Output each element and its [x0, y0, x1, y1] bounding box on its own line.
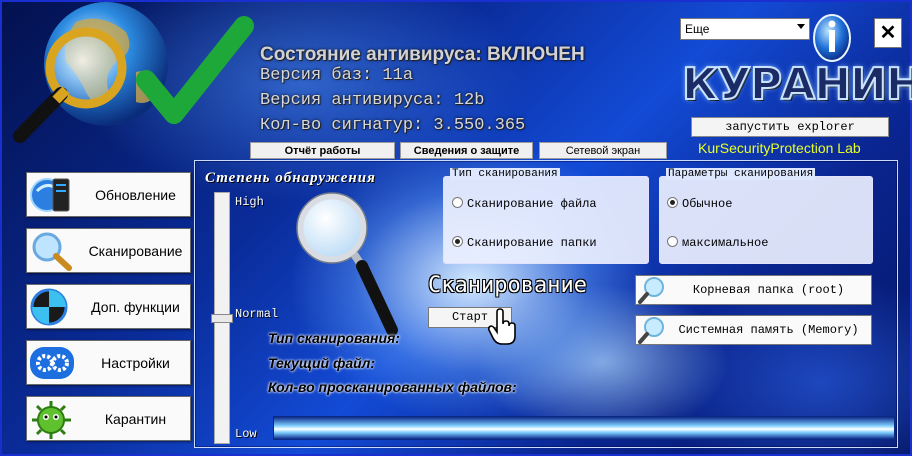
more-dropdown[interactable]: Еще: [680, 18, 810, 40]
magnifier-illustration-icon: [296, 192, 398, 336]
sidebar-item-extra-functions[interactable]: Доп. функции: [26, 284, 191, 329]
radio-indicator: [667, 236, 678, 247]
gears-icon: [30, 347, 74, 379]
chevron-down-icon: [797, 24, 805, 29]
sidebar-item-label: Доп. функции: [91, 299, 180, 315]
tab-report[interactable]: Отчёт работы: [250, 142, 395, 159]
radio-indicator: [452, 197, 463, 208]
scan-heading: Сканирование: [428, 273, 587, 298]
sidebar-item-label: Обновление: [95, 187, 176, 203]
sidebar-item-label: Сканирование: [88, 243, 183, 259]
detection-slider-thumb[interactable]: [211, 314, 233, 323]
level-normal-label: Normal: [235, 307, 279, 321]
antivirus-status: Состояние антивируса: ВКЛЮЧЕН: [260, 44, 585, 66]
tab-firewall[interactable]: Сетевой экран: [539, 142, 667, 159]
info-icon[interactable]: [812, 12, 852, 62]
update-icon: [30, 178, 70, 212]
scan-progress-bar: [273, 416, 895, 440]
sidebar-item-scan[interactable]: Сканирование: [26, 228, 191, 273]
detection-level-title: Степень обнаружения: [205, 170, 376, 186]
brand-logo-text: КУРАНИН: [681, 59, 912, 111]
level-low-label: Low: [235, 427, 257, 441]
radio-label: максимальное: [682, 236, 769, 250]
current-file-info-label: Текущий файл:: [268, 355, 376, 371]
scan-params-group-title: Параметры сканирования: [666, 168, 816, 180]
radio-scan-file[interactable]: Сканирование файла: [452, 197, 597, 211]
more-dropdown-value: Еще: [685, 22, 710, 36]
lab-name: KurSecurityProtection Lab: [698, 140, 861, 156]
scan-type-group-title: Тип сканирования: [450, 168, 560, 180]
sidebar-item-settings[interactable]: Настройки: [26, 340, 191, 385]
scan-type-info-label: Тип сканирования:: [268, 330, 400, 346]
system-memory-label: Системная память (Memory): [678, 323, 859, 337]
tab-protection-info[interactable]: Сведения о защите: [400, 142, 533, 159]
hand-cursor-icon: [488, 308, 516, 345]
level-high-label: High: [235, 195, 264, 209]
av-version-text: Версия антивируса: 12b: [260, 91, 485, 110]
virus-icon: [32, 401, 71, 439]
radio-label: Сканирование папки: [467, 236, 597, 250]
scan-params-group: Параметры сканирования Обычное максималь…: [659, 168, 873, 264]
system-memory-button[interactable]: Системная память (Memory): [635, 315, 872, 345]
status-label: Состояние антивируса:: [260, 44, 482, 65]
radio-label: Обычное: [682, 197, 733, 211]
status-value: ВКЛЮЧЕН: [486, 44, 585, 65]
magnifier-icon: [32, 232, 72, 271]
launch-explorer-button[interactable]: запустить explorer: [691, 117, 889, 137]
close-button[interactable]: ✕: [874, 18, 902, 48]
scan-progress-fill: [274, 417, 894, 439]
radio-label: Сканирование файла: [467, 197, 597, 211]
scanned-files-count-label: Кол-во просканированных файлов:: [268, 379, 517, 395]
sidebar-item-label: Настройки: [101, 355, 170, 371]
sidebar-item-quarantine[interactable]: Карантин: [26, 396, 191, 441]
radio-scan-folder[interactable]: Сканирование папки: [452, 236, 597, 250]
radio-indicator: [667, 197, 678, 208]
radio-indicator: [452, 236, 463, 247]
signature-count-text: Кол-во сигнатур: 3.550.365: [260, 116, 526, 135]
root-folder-label: Корневая папка (root): [692, 283, 845, 297]
sidebar-item-label: Карантин: [104, 411, 167, 427]
scan-type-group: Тип сканирования Сканирование файла Скан…: [443, 168, 649, 264]
db-version-text: Версия баз: 11а: [260, 66, 414, 85]
radio-normal-scan[interactable]: Обычное: [667, 197, 732, 211]
magnifier-icon: [638, 277, 664, 304]
sidebar-item-update[interactable]: Обновление: [26, 172, 191, 217]
antivirus-window: Состояние антивируса: ВКЛЮЧЕН Версия баз…: [0, 0, 912, 456]
root-folder-button[interactable]: Корневая папка (root): [635, 275, 872, 305]
radio-max-scan[interactable]: максимальное: [667, 236, 768, 250]
extra-functions-icon: [30, 288, 68, 326]
globe-check-logo-icon: [13, 2, 254, 143]
magnifier-icon: [638, 317, 664, 344]
